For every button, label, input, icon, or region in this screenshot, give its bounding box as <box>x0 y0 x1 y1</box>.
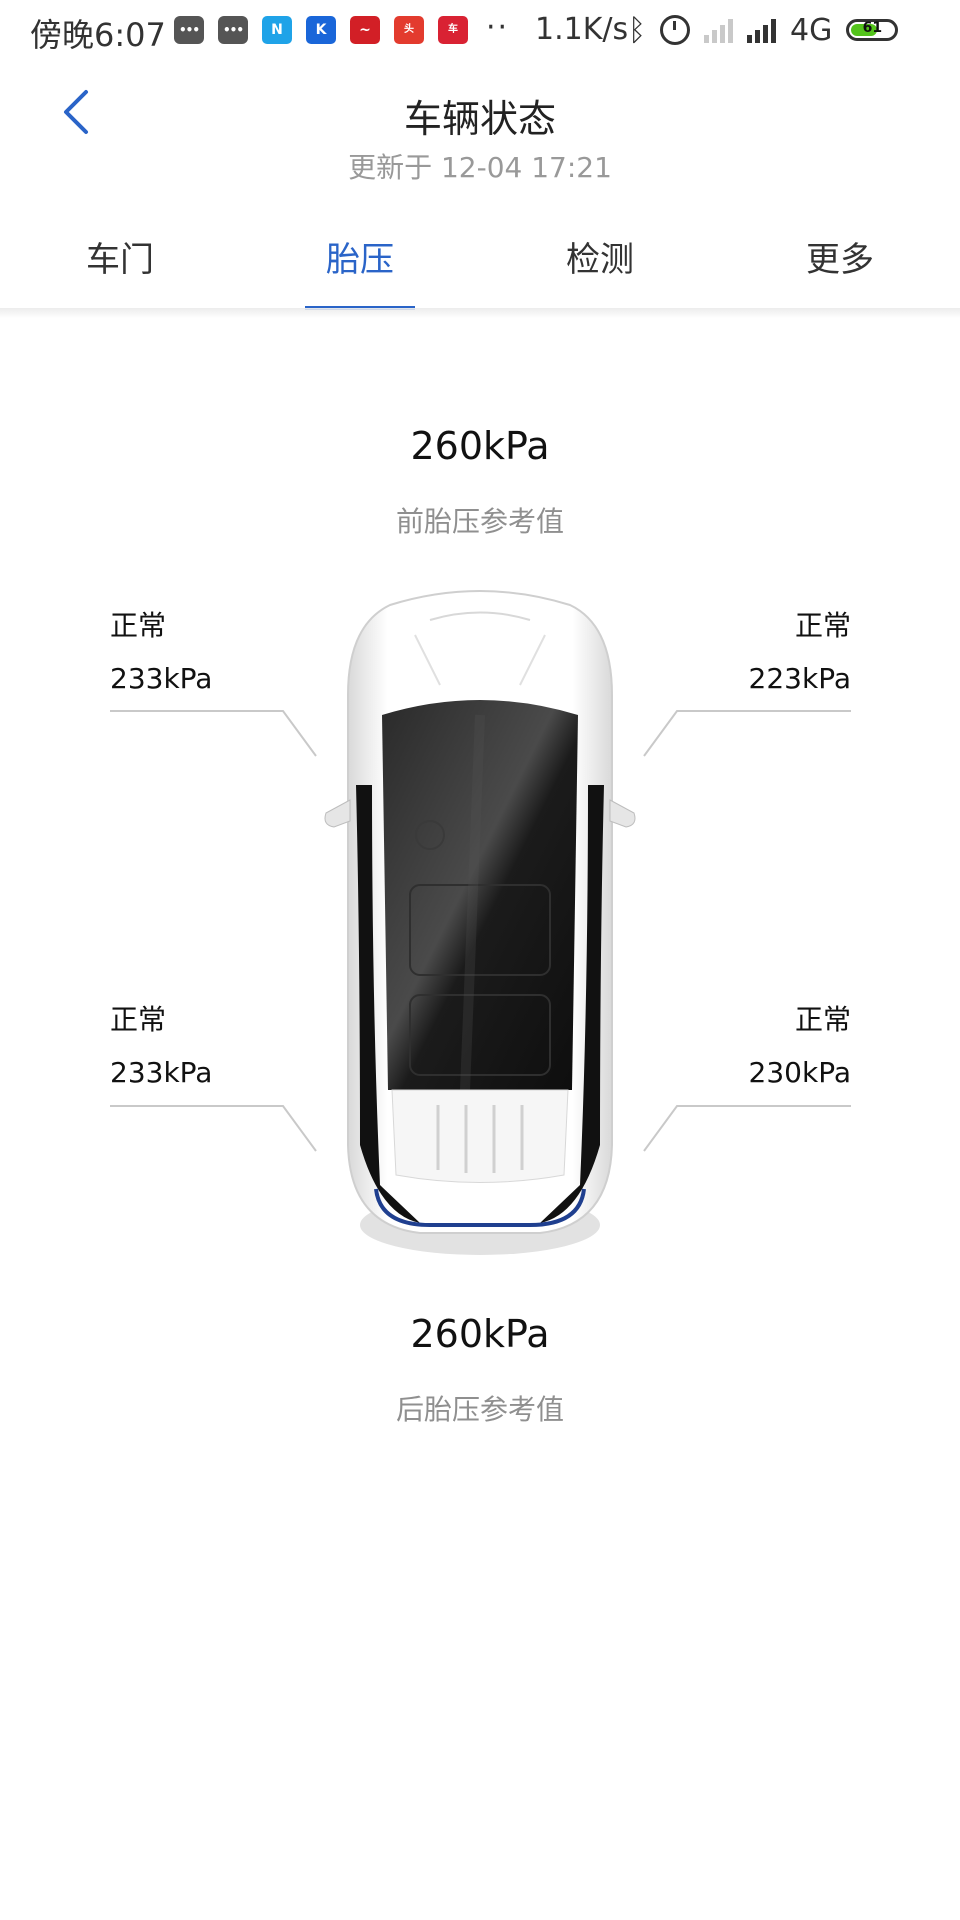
rear-reference-pressure: 260kPa <box>410 1312 550 1356</box>
leader-front-right <box>643 710 851 757</box>
leader-front-left <box>110 710 317 757</box>
rear-reference-label: 后胎压参考值 <box>395 1393 564 1426</box>
leader-rear-left <box>110 1105 317 1152</box>
car-top-view <box>324 590 636 1255</box>
leader-rear-right <box>643 1105 851 1152</box>
